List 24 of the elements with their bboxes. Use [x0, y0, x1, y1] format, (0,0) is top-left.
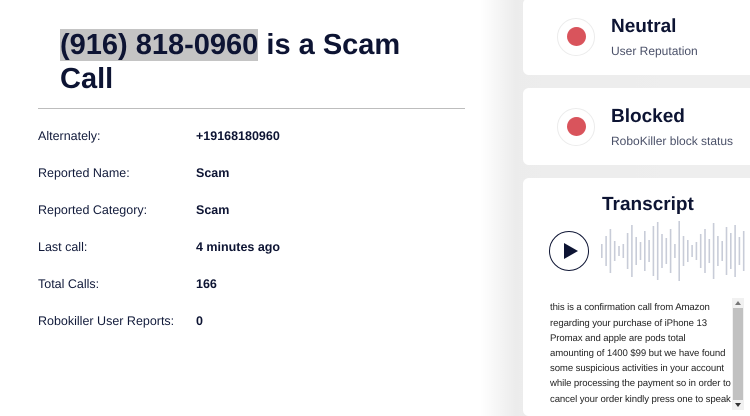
detail-value: 166: [196, 276, 217, 293]
detail-value: +19168180960: [196, 128, 280, 145]
detail-label: Total Calls:: [38, 276, 100, 293]
scrollbar[interactable]: [732, 298, 744, 410]
transcript-text: this is a confirmation call from Amazon regarding your purchase of iPhone 13 Promax and apple are pods total amounting of 1400 $99 but we have found some suspicious activities in your account while processing the payment so in order to cancel your order kindly press one to speak: [550, 301, 732, 407]
detail-label: Robokiller User Reports:: [38, 313, 176, 330]
play-button[interactable]: [549, 231, 589, 272]
status-indicator-icon: [557, 108, 595, 146]
detail-label: Alternately:: [38, 128, 102, 145]
detail-value: Scam: [196, 202, 230, 219]
transcript-heading: Transcript: [602, 194, 695, 216]
play-icon: [562, 242, 578, 260]
detail-label: Reported Category:: [38, 202, 148, 219]
page-title: (916) 818-0960 is a Scam Call: [60, 28, 402, 96]
detail-label: Reported Name:: [38, 165, 131, 182]
status-caption: User Reputation: [611, 44, 698, 58]
detail-value: 4 minutes ago: [196, 239, 280, 256]
detail-value: 0: [196, 313, 203, 330]
status-heading: Blocked: [611, 106, 686, 128]
status-caption: RoboKiller block status: [611, 134, 734, 148]
status-heading: Neutral: [611, 16, 678, 38]
status-indicator-icon: [557, 18, 595, 56]
detail-label: Last call:: [38, 239, 88, 256]
detail-value: Scam: [196, 165, 230, 182]
